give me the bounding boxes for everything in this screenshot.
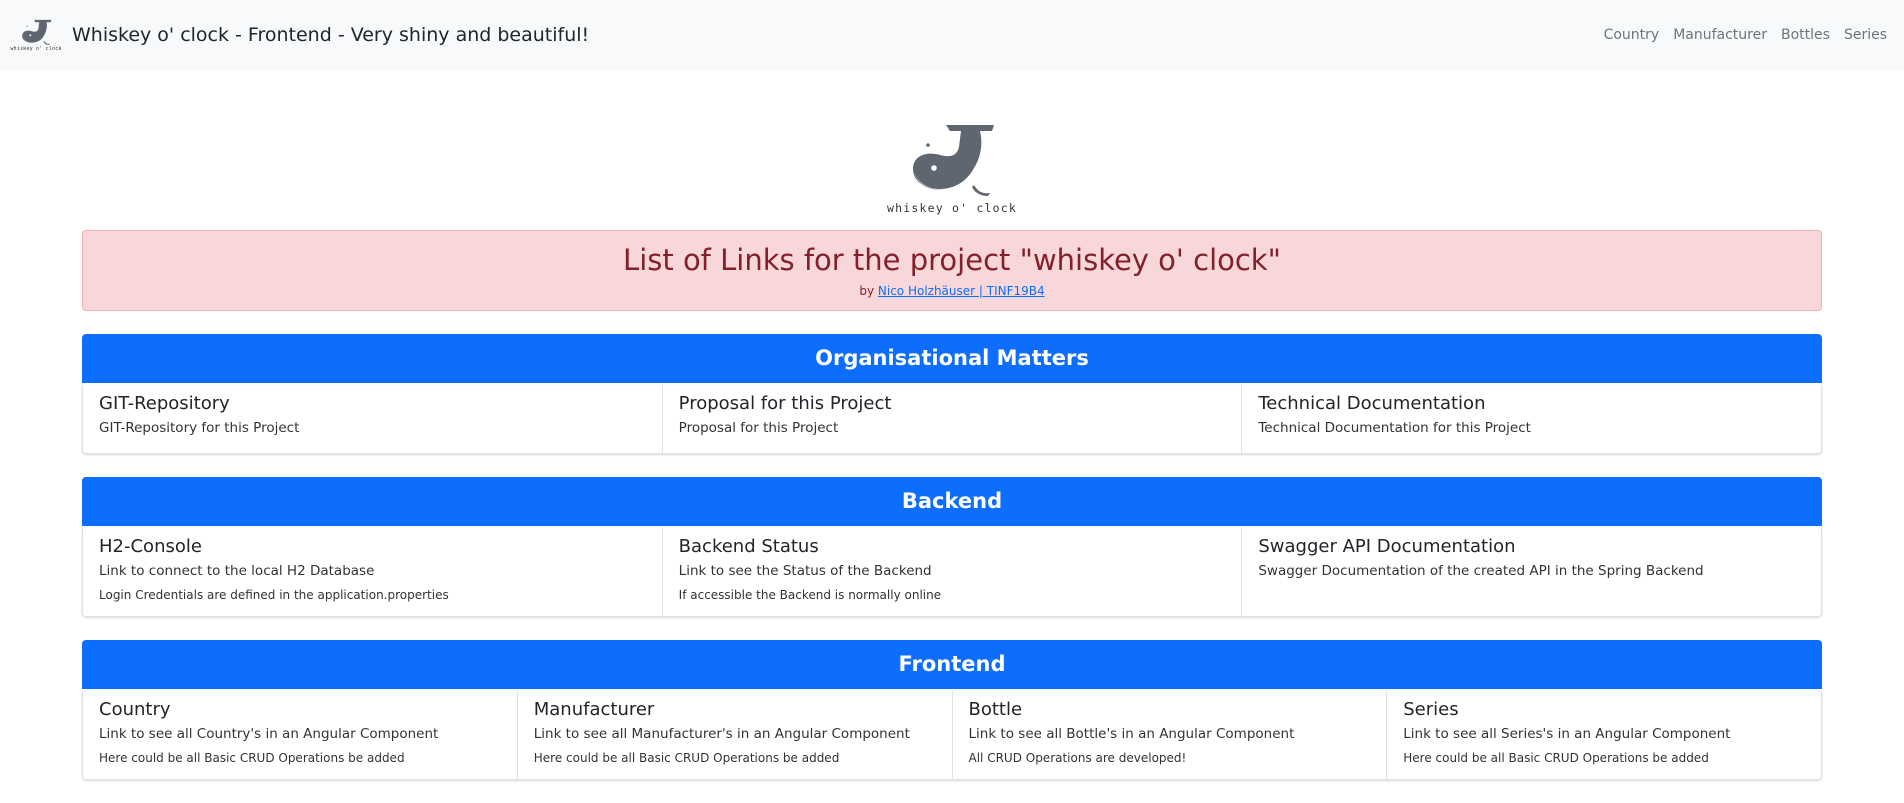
card-technical-documentation[interactable]: Technical Documentation Technical Docume…	[1241, 385, 1821, 453]
section-backend: Backend H2-Console Link to connect to th…	[82, 477, 1822, 617]
section-organisational: Organisational Matters GIT-Repository GI…	[82, 334, 1822, 454]
card-title: Manufacturer	[533, 699, 655, 720]
alert-title: List of Links for the project "whiskey o…	[623, 243, 1281, 277]
card-series[interactable]: Series Link to see all Series's in an An…	[1386, 691, 1821, 779]
card-text: Link to see all Country's in an Angular …	[99, 726, 439, 742]
card-title: Country	[99, 699, 171, 720]
card-manufacturer[interactable]: Manufacturer Link to see all Manufacture…	[516, 691, 952, 779]
alert-byline: by Nico Holzhäuser | TINF19B4	[83, 284, 1821, 298]
nav-link-manufacturer[interactable]: Manufacturer	[1666, 19, 1774, 51]
card-title: H2-Console	[99, 536, 202, 557]
card-title: Proposal for this Project	[678, 393, 892, 414]
alert-by: by	[859, 283, 875, 298]
card-note: Here could be all Basic CRUD Operations …	[1403, 751, 1709, 765]
card-note: Login Credentials are defined in the app…	[99, 588, 449, 602]
brand-logo-text: whiskey o' clock	[10, 45, 62, 52]
author-link[interactable]: Nico Holzhäuser | TINF19B4	[878, 284, 1045, 298]
card-title: Swagger API Documentation	[1258, 536, 1516, 557]
card-swagger-api[interactable]: Swagger API Documentation Swagger Docume…	[1241, 528, 1821, 616]
section-frontend: Frontend Country Link to see all Country…	[82, 640, 1822, 780]
section-header: Organisational Matters	[82, 334, 1822, 383]
brand-title[interactable]: Whiskey o' clock - Frontend - Very shiny…	[72, 24, 589, 46]
hero-logo-text: whiskey o' clock	[887, 201, 1017, 215]
card-proposal[interactable]: Proposal for this Project Proposal for t…	[661, 385, 1242, 453]
card-git-repository[interactable]: GIT-Repository GIT-Repository for this P…	[83, 385, 662, 453]
card-title: Series	[1403, 699, 1459, 720]
whale-hero-icon	[913, 125, 994, 196]
navbar: whiskey o' clock Whiskey o' clock - Fron…	[0, 0, 1904, 70]
card-group: H2-Console Link to connect to the local …	[82, 528, 1822, 617]
card-text: GIT-Repository for this Project	[99, 420, 300, 436]
card-country[interactable]: Country Link to see all Country's in an …	[83, 691, 517, 779]
nav-link-country[interactable]: Country	[1597, 19, 1667, 51]
card-title: Technical Documentation	[1258, 393, 1486, 414]
card-title: Bottle	[968, 699, 1023, 720]
card-note: If accessible the Backend is normally on…	[678, 588, 942, 602]
card-text: Technical Documentation for this Project	[1258, 420, 1531, 436]
card-note: Here could be all Basic CRUD Operations …	[99, 751, 405, 765]
card-note: Here could be all Basic CRUD Operations …	[533, 751, 840, 765]
card-backend-status[interactable]: Backend Status Link to see the Status of…	[661, 528, 1242, 616]
card-group: GIT-Repository GIT-Repository for this P…	[82, 385, 1822, 454]
nav-links: Country Manufacturer Bottles Series	[1597, 19, 1894, 51]
section-header: Backend	[82, 477, 1822, 526]
card-group: Country Link to see all Country's in an …	[82, 691, 1822, 780]
whale-logo-icon[interactable]: whiskey o' clock	[10, 10, 62, 60]
card-text: Proposal for this Project	[678, 420, 839, 436]
card-title: GIT-Repository	[99, 393, 230, 414]
card-text: Link to see the Status of the Backend	[678, 563, 932, 579]
hero-logo: whiskey o' clock	[82, 123, 1822, 215]
card-text: Swagger Documentation of the created API…	[1258, 563, 1704, 579]
main-container: whiskey o' clock List of Links for the p…	[82, 123, 1822, 780]
card-note: All CRUD Operations are developed!	[968, 751, 1187, 765]
card-title: Backend Status	[678, 536, 819, 557]
card-text: Link to see all Bottle's in an Angular C…	[968, 726, 1295, 742]
nav-link-bottles[interactable]: Bottles	[1774, 19, 1837, 51]
card-text: Link to see all Series's in an Angular C…	[1403, 726, 1731, 742]
navbar-brand[interactable]: whiskey o' clock Whiskey o' clock - Fron…	[10, 10, 589, 60]
project-alert: List of Links for the project "whiskey o…	[82, 230, 1822, 311]
section-header: Frontend	[82, 640, 1822, 689]
card-bottle[interactable]: Bottle Link to see all Bottle's in an An…	[951, 691, 1387, 779]
card-h2-console[interactable]: H2-Console Link to connect to the local …	[83, 528, 662, 616]
card-text: Link to see all Manufacturer's in an Ang…	[533, 726, 910, 742]
nav-link-series[interactable]: Series	[1837, 19, 1894, 51]
card-text: Link to connect to the local H2 Database	[99, 563, 375, 579]
